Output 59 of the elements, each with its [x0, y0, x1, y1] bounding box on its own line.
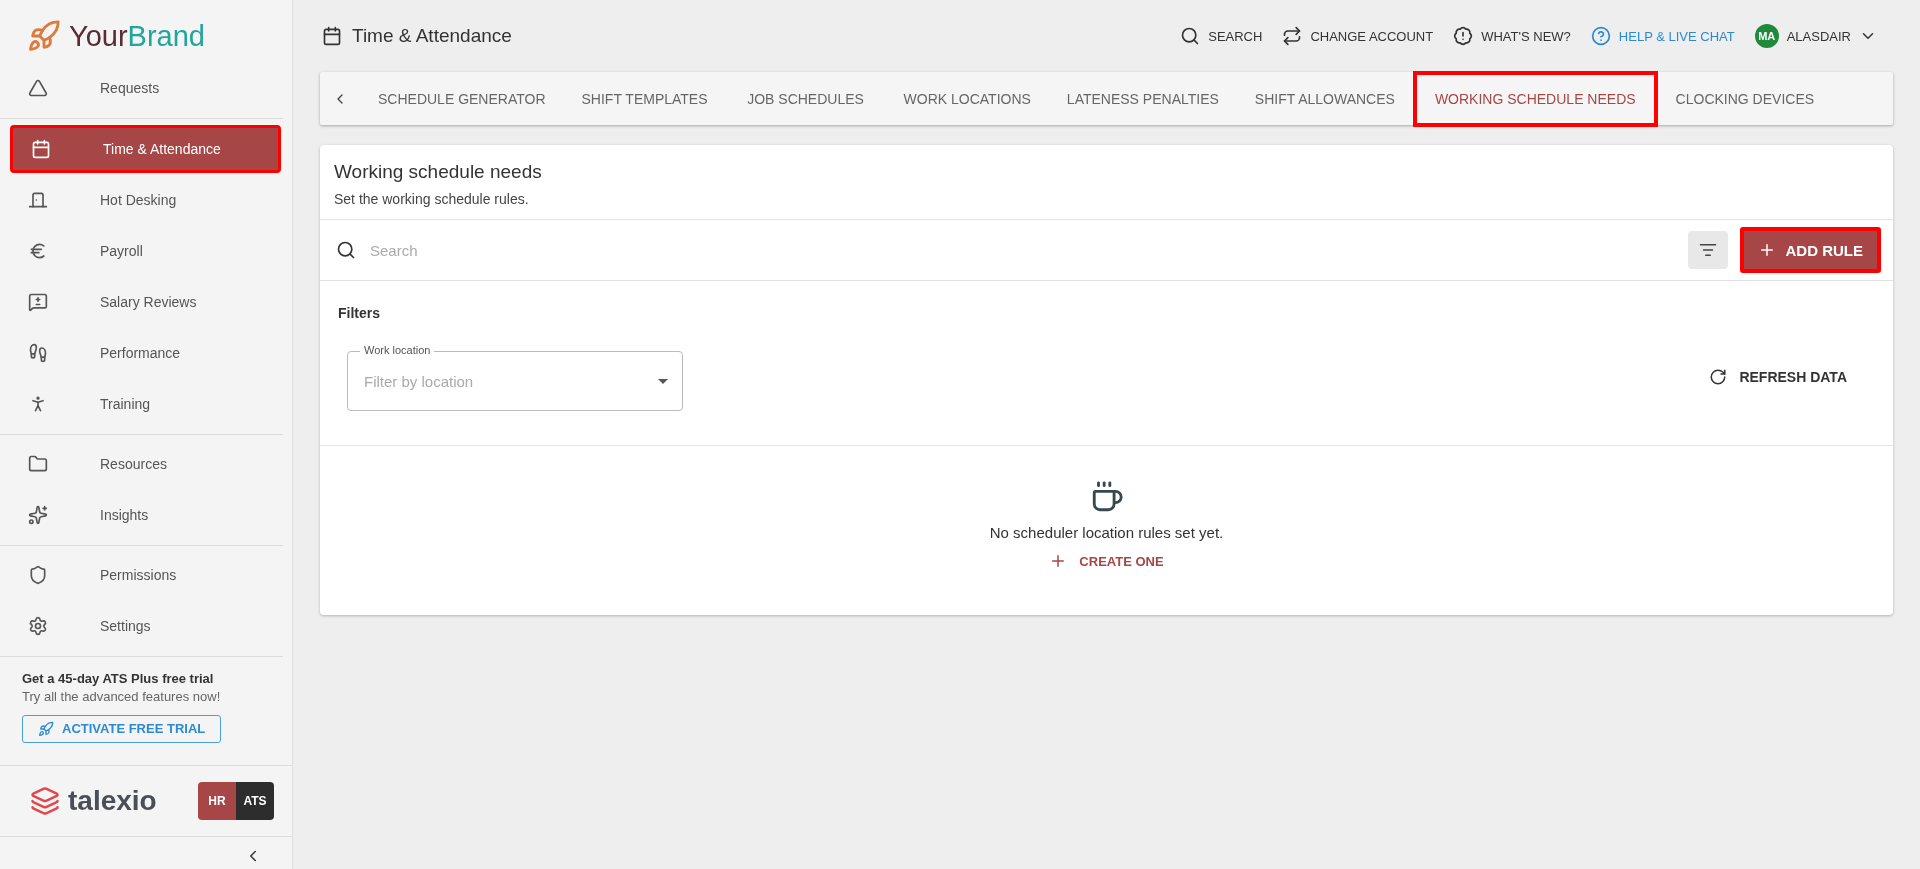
- help-icon: [1590, 26, 1611, 46]
- talexio-logo: talexio: [68, 784, 157, 817]
- tab[interactable]: JOB SCHEDULES: [725, 72, 886, 125]
- alert-badge-icon: [1453, 26, 1474, 46]
- card-subtitle: Set the working schedule rules.: [334, 191, 530, 207]
- header-action-link[interactable]: WHAT'S NEW?: [1453, 26, 1571, 46]
- swap-icon: [1282, 26, 1303, 46]
- calendar-icon: [31, 138, 51, 159]
- tab[interactable]: WORK LOCATIONS: [885, 72, 1049, 125]
- triangle-icon: [28, 78, 48, 99]
- filter-button[interactable]: [1687, 231, 1728, 269]
- module-switch-button[interactable]: ATS: [236, 781, 274, 820]
- sidebar-item[interactable]: Salary Reviews: [0, 276, 283, 328]
- brand-logo: YourBrand: [69, 19, 205, 53]
- sidebar-item[interactable]: Insights: [0, 489, 283, 541]
- header-action-link[interactable]: SEARCH: [1180, 26, 1263, 46]
- empty-message: No scheduler location rules set yet.: [989, 524, 1224, 541]
- search-icon: [336, 240, 356, 260]
- sidebar-item[interactable]: Time & Attendance: [10, 124, 281, 173]
- settings-icon: [28, 616, 48, 637]
- rocket-logo-icon: [27, 19, 61, 54]
- folder-icon: [28, 454, 48, 475]
- sidebar-item[interactable]: Requests: [0, 62, 283, 114]
- sidebar-item[interactable]: Training: [0, 378, 283, 430]
- rocket-icon: [38, 720, 54, 737]
- tab[interactable]: LATENESS PENALTIES: [1048, 72, 1237, 125]
- filters-heading: Filters: [338, 305, 381, 321]
- footprints-icon: [28, 343, 48, 364]
- calendar-icon: [322, 26, 342, 46]
- dropdown-caret-icon: [658, 378, 668, 384]
- user-avatar: MA: [1754, 24, 1779, 48]
- page-title: Time & Attendance: [352, 25, 512, 47]
- shield-icon: [28, 565, 48, 586]
- filter-icon: [1698, 241, 1717, 259]
- header-action-link[interactable]: CHANGE ACCOUNT: [1282, 26, 1434, 46]
- refresh-icon: [1709, 368, 1728, 386]
- sidebar-item[interactable]: Hot Desking: [0, 174, 283, 226]
- tab[interactable]: CLOCKING DEVICES: [1657, 72, 1833, 125]
- layers-logo-icon: [30, 785, 60, 816]
- card-title: Working schedule needs: [334, 161, 543, 183]
- tab[interactable]: SHIFT ALLOWANCES: [1236, 72, 1413, 125]
- sidebar-item[interactable]: Resources: [0, 438, 283, 490]
- sidebar-item[interactable]: Permissions: [0, 549, 283, 601]
- sparkles-icon: [28, 505, 48, 526]
- sidebar-item[interactable]: Performance: [0, 327, 283, 379]
- module-switch-button[interactable]: HR: [198, 781, 236, 820]
- create-one-button[interactable]: CREATE ONE: [1043, 551, 1170, 571]
- sidebar-item[interactable]: Payroll: [0, 225, 283, 277]
- tab[interactable]: SHIFT TEMPLATES: [563, 72, 726, 125]
- tab[interactable]: WORKING SCHEDULE NEEDS: [1412, 70, 1658, 127]
- search-icon: [1180, 26, 1201, 46]
- add-rule-button[interactable]: ADD RULE: [1739, 227, 1881, 273]
- user-menu[interactable]: MA ALASDAIR: [1754, 24, 1877, 48]
- promo-subtitle: Try all the advanced features now!: [22, 688, 222, 704]
- sidebar-item[interactable]: Settings: [0, 600, 283, 652]
- tab[interactable]: SCHEDULE GENERATOR: [360, 72, 564, 125]
- door-icon: [28, 190, 48, 211]
- promo-title: Get a 45-day ATS Plus free trial: [22, 670, 215, 686]
- refresh-data-button[interactable]: REFRESH DATA: [1703, 367, 1853, 387]
